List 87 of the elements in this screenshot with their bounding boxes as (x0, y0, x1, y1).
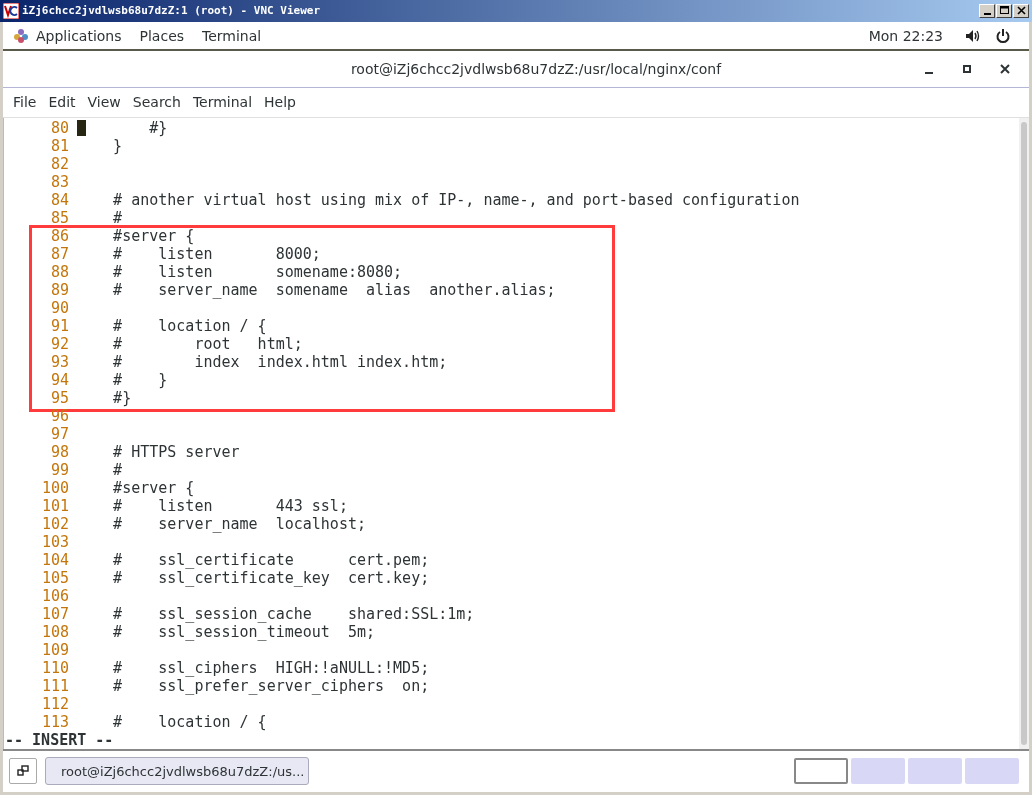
line-number: 110 (40, 658, 70, 677)
code-line: #server { (112, 478, 195, 497)
line-number: 109 (40, 640, 70, 659)
maximize-button[interactable] (996, 3, 1012, 18)
code-line: # listen somename:8080; (112, 262, 403, 281)
code-line: # HTTPS server (112, 442, 240, 461)
line-number: 102 (40, 514, 70, 533)
line-number: 111 (40, 676, 70, 695)
line-number: 100 (40, 478, 70, 497)
code-line: # root html; (112, 334, 303, 353)
menu-item[interactable]: Edit (43, 94, 81, 111)
menu-item[interactable]: View (82, 94, 126, 111)
scrollbar-thumb[interactable] (1021, 121, 1027, 745)
code-line: # location / { (112, 316, 267, 335)
line-number: 96 (49, 406, 70, 425)
code-line: # ssl_prefer_server_ciphers on; (112, 676, 430, 695)
panel-menu[interactable]: Places (137, 27, 195, 44)
code-line: # listen 8000; (112, 244, 321, 263)
line-number: 80 (49, 118, 70, 137)
line-number: 92 (49, 334, 70, 353)
line-number: 88 (49, 262, 70, 281)
line-number: 97 (49, 424, 70, 443)
line-number: 95 (49, 388, 70, 407)
line-number: 83 (49, 172, 70, 191)
power-icon[interactable] (995, 27, 1011, 44)
menu-item[interactable]: File (8, 94, 42, 111)
code-line: # ssl_session_timeout 5m; (112, 622, 375, 641)
code-line: # server_name localhost; (112, 514, 366, 533)
taskbar-window-button[interactable]: root@iZj6chcc2jvdlwsb68u7dzZ:/us... (45, 757, 309, 786)
code-line: # (112, 208, 123, 227)
line-number: 86 (49, 226, 70, 245)
window-title: iZj6chcc2jvdlwsb68u7dzZ:1 (root) - VNC Viewer (22, 4, 320, 18)
menu-item[interactable]: Help (259, 94, 301, 111)
line-number: 87 (49, 244, 70, 263)
code-line: # } (112, 370, 168, 389)
code-line: } (112, 136, 123, 155)
code-line: #} (148, 118, 168, 137)
scrollbar[interactable] (1019, 117, 1029, 749)
clock[interactable]: Mon 22:23 (868, 27, 943, 44)
code-line: # location / { (112, 712, 267, 731)
apps-icon (13, 27, 29, 44)
close-icon[interactable] (999, 63, 1011, 76)
line-number: 91 (49, 316, 70, 335)
line-number: 108 (40, 622, 70, 641)
code-line: # ssl_certificate cert.pem; (112, 550, 430, 569)
line-number: 89 (49, 280, 70, 299)
line-number: 82 (49, 154, 70, 173)
code-line: # listen 443 ssl; (112, 496, 348, 515)
show-desktop-button[interactable] (9, 758, 37, 785)
windows-icon (17, 765, 29, 778)
window-title: root@iZj6chcc2jvdlwsb68u7dzZ:/usr/local/nginx/conf (350, 61, 722, 78)
line-number: 106 (40, 586, 70, 605)
minimize-icon (983, 13, 991, 16)
code-line: # (112, 460, 123, 479)
code-line: #server { (112, 226, 195, 245)
line-number: 112 (40, 694, 70, 713)
panel-menu[interactable]: Terminal (200, 27, 272, 44)
app-logo-icon (3, 2, 19, 19)
code-line: # server_name somename alias another.alias; (112, 280, 556, 299)
line-number: 101 (40, 496, 70, 515)
close-button[interactable] (1013, 3, 1029, 18)
panel-menu[interactable]: Applications (11, 27, 132, 44)
code-line: # ssl_ciphers HIGH:!aNULL:!MD5; (112, 658, 430, 677)
workspace-button[interactable] (794, 758, 848, 785)
line-number: 98 (49, 442, 70, 461)
line-number: 84 (49, 190, 70, 209)
line-number: 113 (40, 712, 70, 731)
line-number: 81 (49, 136, 70, 155)
code-line: # ssl_session_cache shared:SSL:1m; (112, 604, 475, 623)
line-number: 85 (49, 208, 70, 227)
code-line: # index index.html index.htm; (112, 352, 448, 371)
menu-item[interactable]: Search (127, 94, 186, 111)
minimize-button[interactable] (979, 3, 995, 18)
line-number: 90 (49, 298, 70, 317)
code-line: #} (112, 388, 132, 407)
line-number: 105 (40, 568, 70, 587)
line-number: 93 (49, 352, 70, 371)
code-line: # ssl_certificate_key cert.key; (112, 568, 430, 587)
mode-indicator: -- INSERT -- (4, 730, 115, 749)
line-number: 104 (40, 550, 70, 569)
line-number: 99 (49, 460, 70, 479)
menu-item[interactable]: Terminal (187, 94, 258, 111)
line-number: 94 (49, 370, 70, 389)
code-line: # another virtual host using mix of IP-, name-, and port-based configuration (112, 190, 800, 209)
line-number: 107 (40, 604, 70, 623)
maximize-icon[interactable] (961, 63, 973, 76)
line-number: 103 (40, 532, 70, 551)
